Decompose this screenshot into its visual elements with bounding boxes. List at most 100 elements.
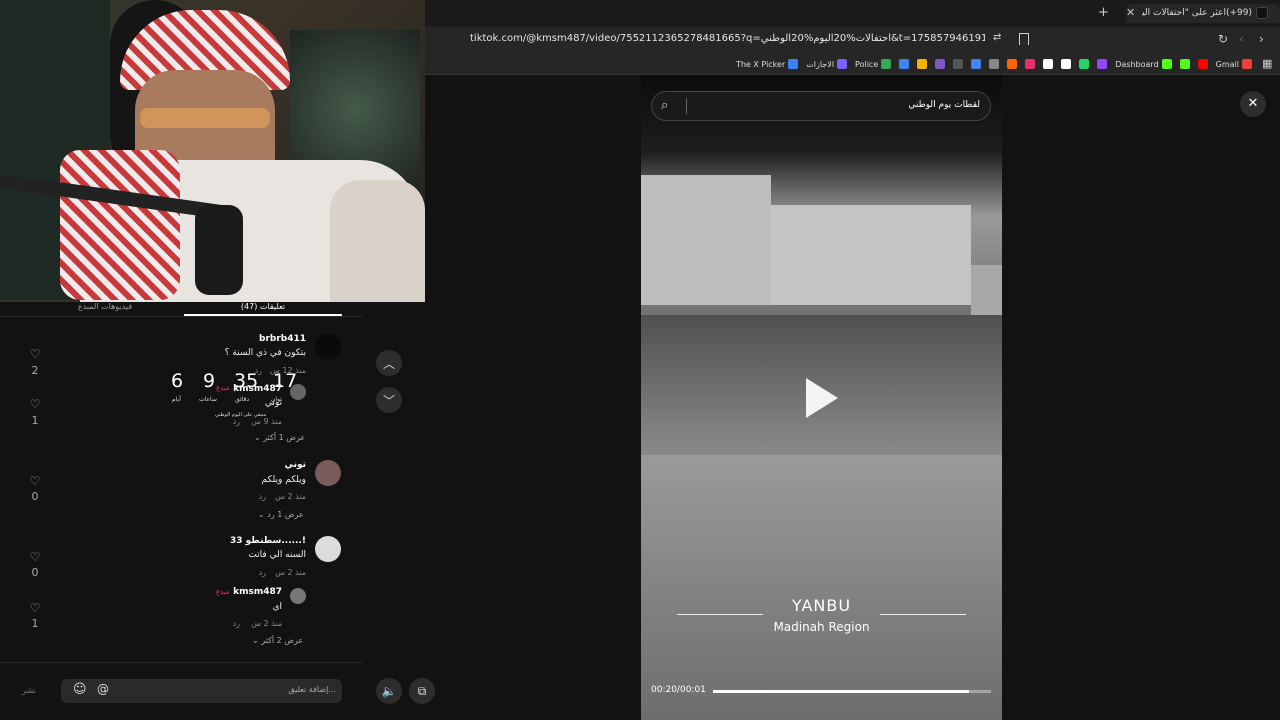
back-icon[interactable]: ‹ [1239,32,1244,46]
bookmark-item[interactable] [935,59,946,69]
view-more-label: عرض 2 أكثر [261,636,304,645]
previous-video-button[interactable]: ︿ [376,350,402,376]
reply-link[interactable]: رد [246,492,266,501]
apps-grid-icon[interactable]: ▦ [1262,57,1272,70]
bookmark-item[interactable] [1007,59,1018,69]
like-heart-icon[interactable]: ♡ [25,397,45,411]
forward-icon[interactable]: › [1259,32,1264,46]
video-region-subtitle: Madinah Region [773,620,870,634]
bookmark-item[interactable] [1079,59,1090,69]
close-icon[interactable]: ✕ [1240,91,1266,117]
like-count: 2 [31,364,39,377]
avatar[interactable] [290,384,306,400]
view-more-replies[interactable]: ⌄ عرض 1 رد [258,510,304,519]
bookmark-item[interactable] [1061,59,1072,69]
search-icon[interactable]: ⌕ [661,98,668,113]
webcam-overlay [0,0,425,302]
bookmark-item[interactable] [989,59,1000,69]
search-input[interactable]: لقطات يوم الوطني [908,100,980,110]
bookmark-icon[interactable] [1019,33,1029,45]
like-count: 1 [31,617,39,630]
next-video-button[interactable]: ﹀ [376,387,402,413]
bookmark-item[interactable]: Gmail [1216,59,1252,69]
bookmark-item[interactable] [1097,59,1108,69]
bookmark-favicon-icon [837,59,848,69]
bookmark-item[interactable]: The X Picker [736,59,799,69]
comment-author[interactable]: brbrb411 [106,334,306,344]
tab-comments[interactable]: تعليقات (47) [184,302,342,316]
like-heart-icon[interactable]: ♡ [25,474,45,488]
bookmark-favicon-icon [1007,59,1018,69]
bookmark-item[interactable] [1043,59,1054,69]
bookmark-list: Gmail Dashboard Police الاجازات The X Picker [736,57,1252,71]
comment-time: منذ 2 س [275,492,306,501]
bookmark-label: Police [855,59,879,69]
bookmark-item[interactable]: Dashboard [1115,59,1172,69]
bookmark-favicon-icon [1025,59,1036,69]
countdown-widget: 6 أيام 9 ساعات 35 دقائق 17 ثوانٍ متبقي ع… [165,370,305,420]
bookmark-favicon-icon [953,59,964,69]
bookmark-item[interactable]: Police [855,59,892,69]
reply-link[interactable]: رد [220,619,240,628]
reply-text: توني [264,398,282,408]
title-line-right [880,614,966,615]
input-divider [0,662,362,663]
street [641,455,1002,720]
bookmark-item[interactable] [1197,59,1208,69]
reply-link[interactable]: رد [246,568,266,577]
tab-close-icon[interactable]: ✕ [1126,6,1135,19]
search-bar[interactable]: ⌕ لقطات يوم الوطني [651,91,991,121]
pip-button[interactable]: ⧉ [409,678,435,704]
tabs-divider [0,316,362,317]
bookmark-item[interactable] [953,59,964,69]
microphone [195,205,243,295]
like-count: 0 [31,566,39,579]
view-more-replies[interactable]: ⌄ عرض 1 أكثر [254,433,305,442]
comment-input[interactable]: ☺ @ إضافة تعليق... [61,679,342,703]
comment-author[interactable]: توني [106,460,306,470]
like-heart-icon[interactable]: ♡ [25,347,45,361]
comment-author[interactable]: سطنطو 33......! [106,536,306,546]
bookmark-label: Dashboard [1115,59,1159,69]
mention-icon[interactable]: @ [97,682,109,696]
video-player[interactable]: YANBU Madinah Region 00:20/00:01 [641,75,1002,720]
bookmark-item[interactable] [1025,59,1036,69]
like-heart-icon[interactable]: ♡ [25,550,45,564]
bookmark-item[interactable]: الاجازات [806,59,848,69]
bookmark-item[interactable] [1179,59,1190,69]
like-heart-icon[interactable]: ♡ [25,601,45,615]
avatar[interactable] [315,334,341,360]
comment-time: منذ 2 س [275,568,306,577]
tab-creator-videos[interactable]: فيديوهات المبدع [26,302,184,316]
new-tab-icon[interactable]: + [1098,5,1109,20]
creator-badge: مبدع [216,384,230,392]
emoji-icon[interactable]: ☺ [73,682,87,697]
progress-track[interactable] [713,690,991,693]
view-more-replies[interactable]: ⌄ عرض 2 أكثر [252,636,303,645]
video-time: 00:20/00:01 [651,685,706,695]
bookmark-favicon-icon [1161,59,1172,69]
site-settings-icon[interactable]: ⇄ [993,32,1001,43]
bookmark-item[interactable] [971,59,982,69]
reload-icon[interactable]: ↻ [1218,32,1228,46]
active-tab[interactable]: (99+)اعثر على "احتفالات اليوم الو... ✕ [1126,4,1280,23]
hand [330,180,425,302]
avatar[interactable] [290,588,306,604]
comment-text: بتكون في ذي السنة ؟ [224,348,306,358]
avatar[interactable] [315,460,341,486]
avatar[interactable] [315,536,341,562]
volume-button[interactable]: 🔈 [376,678,402,704]
reply-link[interactable]: رد [220,417,240,426]
reply-time: منذ 9 س [251,417,282,426]
url-input[interactable]: tiktok.com/@kmsm487/video/75521123652784… [470,33,985,44]
search-divider [686,98,687,114]
bookmark-favicon-icon [1079,59,1090,69]
bookmark-item[interactable] [899,59,910,69]
bookmark-item[interactable] [917,59,928,69]
bookmark-favicon-icon [1197,59,1208,69]
post-button[interactable]: نشر [22,686,36,695]
play-icon[interactable] [806,378,838,418]
tab-title: (99+)اعثر على "احتفالات اليوم الو... [1142,8,1252,18]
comment-text: ويلكم ويلكم [261,475,306,485]
creator-badge: مبدع [216,588,230,596]
